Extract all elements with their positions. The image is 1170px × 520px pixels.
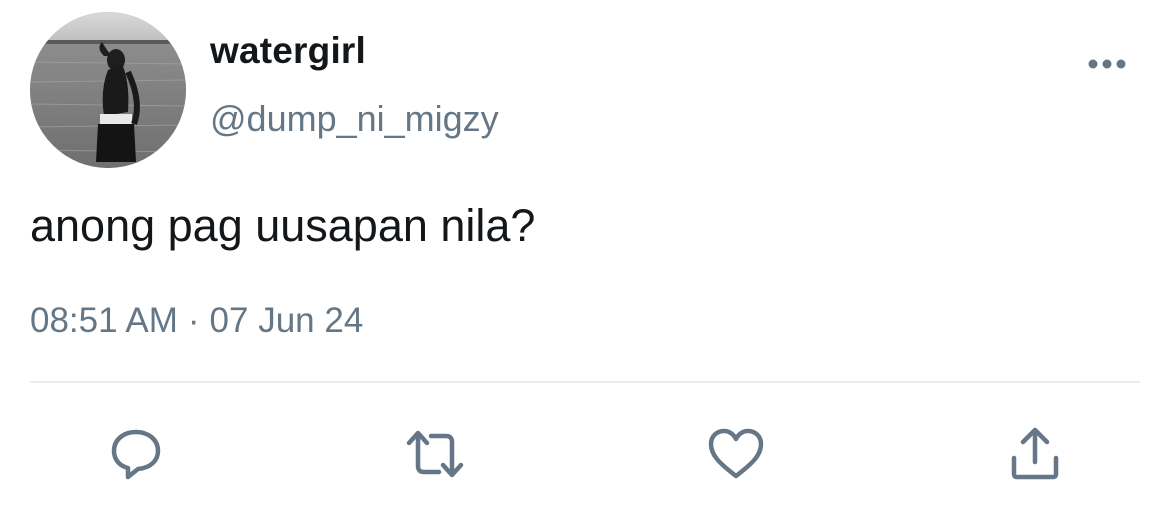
user-handle[interactable]: @dump_ni_migzy xyxy=(210,98,499,140)
reply-button[interactable] xyxy=(106,424,166,484)
avatar-photo xyxy=(30,12,186,168)
display-name[interactable]: watergirl xyxy=(210,30,366,72)
comment-bubble-icon xyxy=(111,429,161,480)
more-horizontal-icon xyxy=(1088,59,1126,69)
tweet-timestamp[interactable]: 08:51 AM · 07 Jun 24 xyxy=(30,301,363,341)
tweet-date: 07 Jun 24 xyxy=(209,301,364,340)
share-button[interactable] xyxy=(1005,424,1065,484)
more-options-button[interactable] xyxy=(1082,44,1132,84)
heart-icon xyxy=(708,428,764,479)
avatar[interactable] xyxy=(30,12,186,168)
like-button[interactable] xyxy=(706,424,766,484)
share-upload-icon xyxy=(1011,427,1059,480)
tweet-time: 08:51 AM xyxy=(30,301,178,340)
retweet-button[interactable] xyxy=(405,424,465,484)
timestamp-separator: · xyxy=(187,301,200,340)
divider xyxy=(30,381,1140,383)
tweet-text: anong pag uusapan nila? xyxy=(30,200,536,251)
retweet-icon xyxy=(406,430,464,478)
